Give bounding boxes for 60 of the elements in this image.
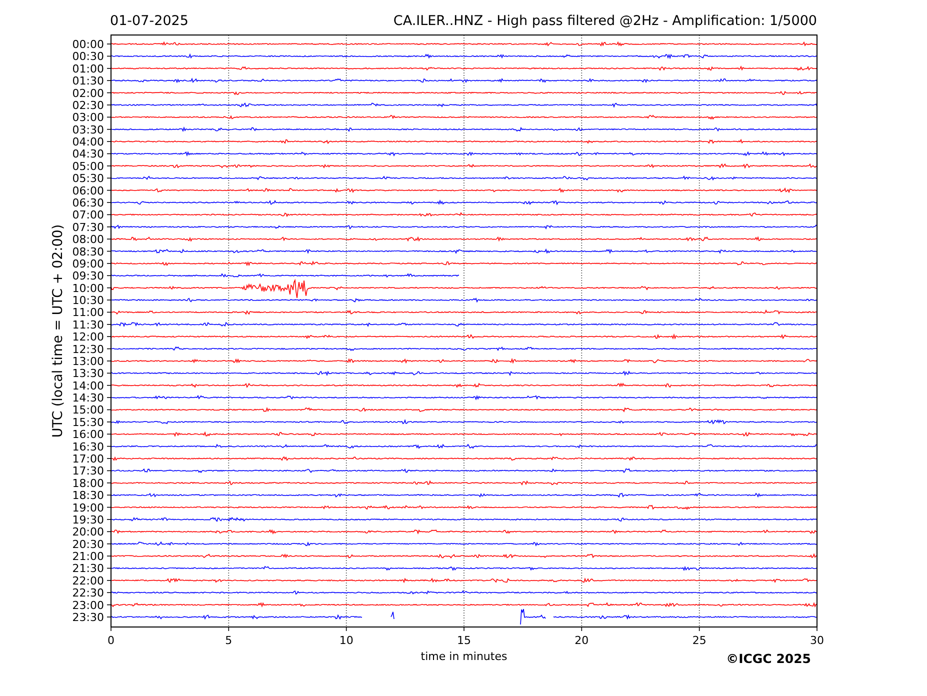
tick-label: 01:30 <box>72 74 104 88</box>
tick-label: 13:00 <box>72 354 104 368</box>
tick-label: 07:00 <box>72 208 104 222</box>
tick-label: 00:30 <box>72 50 104 64</box>
tick-label: 08:30 <box>72 245 104 258</box>
tick-label: 19:30 <box>72 513 104 526</box>
tick-label: 21:30 <box>72 562 104 576</box>
tick-label: 11:00 <box>72 306 104 320</box>
tick-label: 14:30 <box>72 392 104 405</box>
tick-label: 20 <box>574 634 589 647</box>
plot-date: 01-07-2025 <box>110 13 188 29</box>
tick-label: 10 <box>339 634 354 647</box>
tick-label: 22:00 <box>72 574 104 588</box>
tick-label: 04:30 <box>72 148 104 161</box>
tick-label: 20:00 <box>72 526 104 539</box>
tick-label: 05:00 <box>72 160 104 173</box>
tick-label: 25 <box>692 634 706 647</box>
tick-label: 06:30 <box>72 196 104 210</box>
axis-label: time in minutes <box>420 650 508 663</box>
tick-label: 02:00 <box>72 86 104 100</box>
tick-label: 15:00 <box>72 404 104 417</box>
tick-label: 10:00 <box>72 282 104 295</box>
plot-title: CA.ILER..HNZ - High pass filtered @2Hz - Amplification: 1/5000 <box>393 13 817 29</box>
tick-label: 03:00 <box>72 111 104 124</box>
tick-label: 18:30 <box>72 489 104 502</box>
tick-label: 03:30 <box>72 123 104 136</box>
tick-label: 30 <box>810 634 824 647</box>
axis-label: UTC (local time = UTC + 02:00) <box>50 224 66 438</box>
tick-label: 23:00 <box>72 598 104 612</box>
tick-label: 10:30 <box>72 294 104 308</box>
tick-label: 21:00 <box>72 550 104 564</box>
copyright-text: ©ICGC 2025 <box>726 651 811 666</box>
tick-label: 01:00 <box>72 62 104 76</box>
tick-label: 5 <box>225 634 232 647</box>
tick-label: 14:00 <box>72 379 104 392</box>
tick-label: 11:30 <box>72 318 104 332</box>
tick-label: 22:30 <box>72 586 104 600</box>
tick-label: 20:30 <box>72 538 104 551</box>
tick-label: 00:00 <box>72 38 104 51</box>
tick-label: 13:30 <box>72 367 104 380</box>
tick-label: 17:30 <box>72 464 104 478</box>
tick-label: 12:30 <box>72 342 104 356</box>
tick-label: 12:00 <box>72 330 104 344</box>
tick-label: 19:00 <box>72 501 104 514</box>
tick-label: 16:30 <box>72 440 104 454</box>
tick-label: 15 <box>457 634 471 647</box>
tick-label: 04:00 <box>72 136 104 149</box>
tick-label: 08:00 <box>72 233 104 246</box>
tick-label: 16:00 <box>72 428 104 442</box>
tick-label: 09:00 <box>72 257 104 270</box>
tick-label: 18:00 <box>72 476 104 490</box>
tick-label: 23:30 <box>72 611 104 624</box>
tick-label: 06:00 <box>72 184 104 198</box>
tick-label: 05:30 <box>72 172 104 186</box>
tick-label: 02:30 <box>72 98 104 112</box>
tick-label: 15:30 <box>72 416 104 429</box>
tick-label: 07:30 <box>72 220 104 234</box>
tick-label: 09:30 <box>72 270 104 283</box>
tick-label: 0 <box>108 634 114 647</box>
tick-label: 17:00 <box>72 452 104 466</box>
